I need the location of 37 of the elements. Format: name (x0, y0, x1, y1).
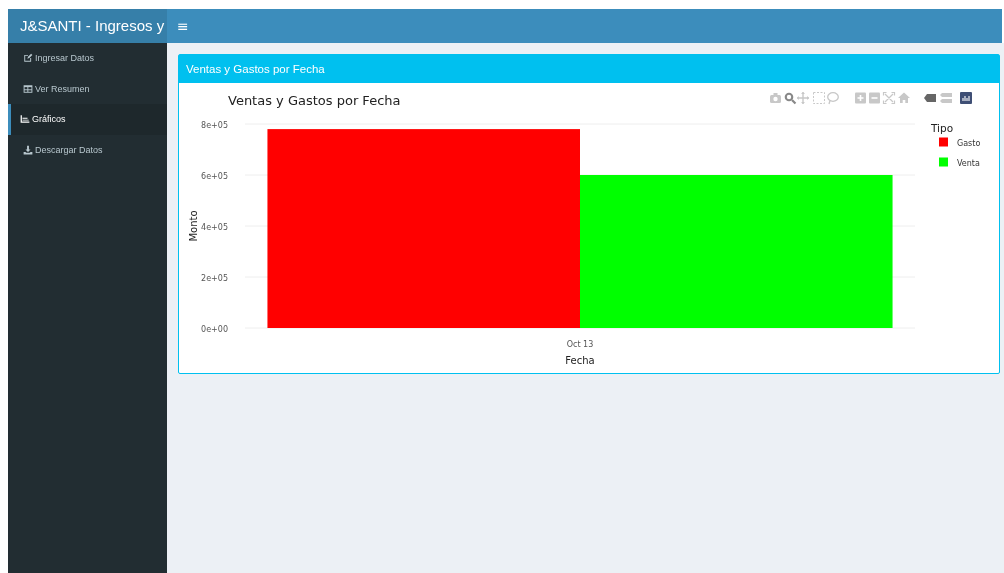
sidebar-item[interactable]: Ver Resumen (8, 73, 167, 104)
chart-icon (20, 114, 30, 125)
lasso-icon[interactable] (827, 92, 839, 105)
y-axis-title: Monto (188, 210, 199, 242)
tag-icon[interactable] (924, 94, 936, 102)
sidebar-item[interactable]: Descargar Datos (8, 134, 167, 165)
chart-logo-icon[interactable] (960, 92, 972, 104)
tags-icon[interactable] (940, 93, 952, 103)
download-icon (23, 144, 33, 155)
zoom-in-icon[interactable] (855, 92, 866, 104)
chart-title: Ventas y Gastos por Fecha (228, 93, 401, 108)
pan-icon[interactable] (796, 91, 810, 105)
home-icon[interactable] (898, 92, 910, 103)
sidebar-item[interactable]: Gráficos (8, 104, 167, 135)
app-title: J&SANTI - Ingresos y (8, 9, 167, 43)
sidebar-item[interactable]: Ingresar Datos (8, 43, 167, 74)
y-tick-label: 2e+05 (201, 273, 228, 283)
legend-swatch[interactable] (939, 157, 948, 167)
x-tick-label: Oct 13 (566, 340, 594, 349)
legend-label[interactable]: Gasto (957, 138, 981, 148)
edit-icon (23, 53, 33, 64)
legend-swatch[interactable] (939, 137, 948, 147)
table-icon (23, 83, 33, 94)
y-tick-label: 4e+05 (201, 222, 228, 232)
legend-title: Tipo (931, 122, 954, 134)
zoom-icon[interactable] (784, 92, 797, 105)
card-title: Ventas y Gastos por Fecha (186, 63, 325, 75)
zoom-out-icon[interactable] (869, 92, 880, 104)
y-tick-label: 0e+00 (201, 324, 228, 334)
legend-label[interactable]: Venta (957, 158, 980, 168)
autoscale-icon[interactable] (882, 91, 896, 105)
box-select-icon[interactable] (813, 92, 825, 104)
camera-icon[interactable] (770, 93, 781, 103)
menu-toggle[interactable]: ≡ (171, 14, 195, 38)
y-tick-label: 8e+05 (201, 120, 228, 130)
y-tick-label: 6e+05 (201, 171, 228, 181)
x-axis-title: Fecha (565, 355, 595, 366)
